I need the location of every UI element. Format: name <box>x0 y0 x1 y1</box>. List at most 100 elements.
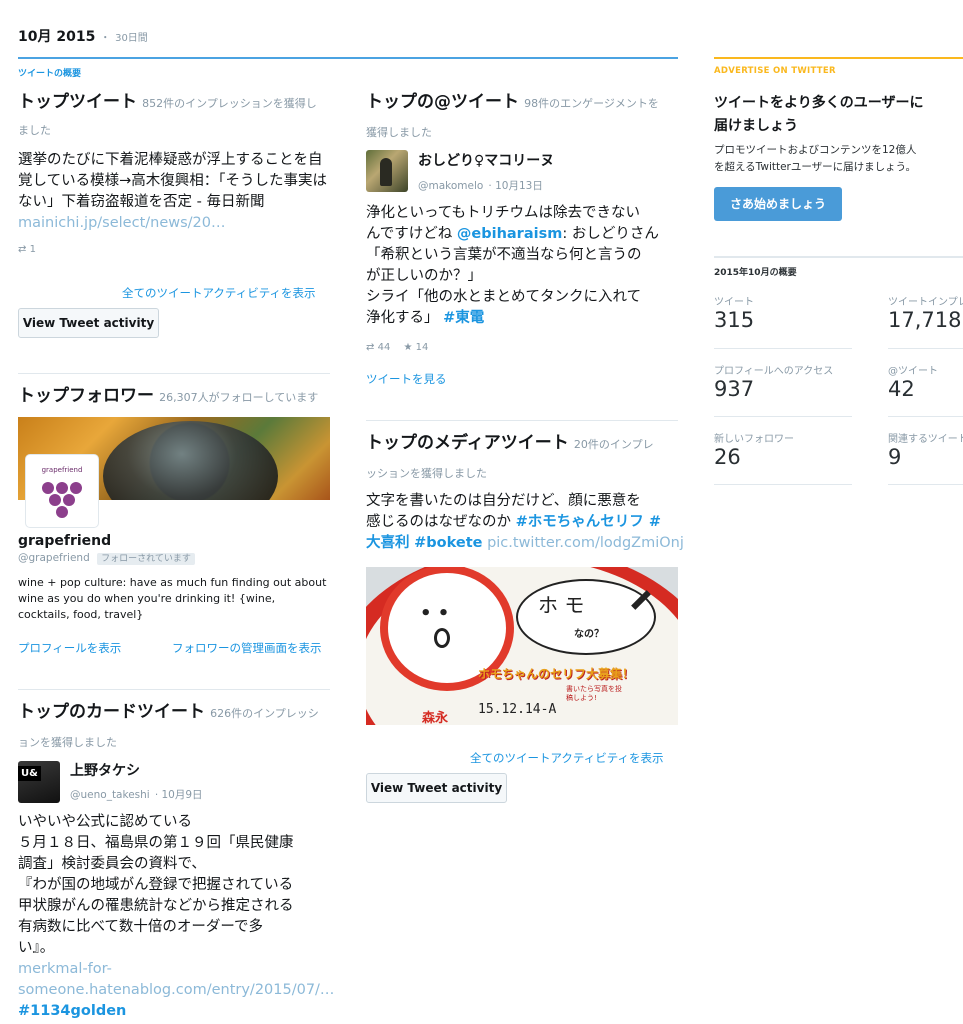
ad-heading: ツイートをより多くのユーザーに 届けましょう <box>714 92 959 138</box>
speech-bubble: ホ モ なの？ <box>516 579 656 655</box>
top-mention-avatar[interactable] <box>366 150 408 192</box>
top-mention-likes: 14 <box>415 342 429 353</box>
divider <box>18 689 330 690</box>
avatar-wordmark: grapefriend <box>41 466 83 474</box>
top-follower-heading: トップフォロワー 26,307人がフォローしています <box>18 386 338 408</box>
top-media-view-activity-button[interactable]: View Tweet activity <box>366 773 507 803</box>
stat-value: 42 <box>888 377 915 401</box>
mention-line-2a: んですけどね <box>366 226 457 242</box>
stat-profile-visits: プロフィールへのアクセス 937 <box>714 362 874 401</box>
top-media-all-activity-link[interactable]: 全てのツイートアクティビティを表示 <box>470 750 664 766</box>
top-mention-text: 浄化といってもトリチウムは除去できない んですけどね @ebiharaism: … <box>366 203 686 329</box>
retweet-icon: ⇄ <box>18 244 27 255</box>
stat-label: ツイート <box>714 297 754 308</box>
stat-related-tweets: 関連するツイート 9 <box>888 430 963 469</box>
view-tweet-link[interactable]: ツイートを見る <box>366 371 447 387</box>
summary-rule <box>714 256 963 258</box>
top-follower-avatar[interactable]: grapefriend <box>26 455 98 527</box>
stat-label: 新しいフォロワー <box>714 434 794 445</box>
period-month: 10月 2015 <box>18 29 96 45</box>
banner-helmet <box>103 421 278 500</box>
top-mention-date: 10月13日 <box>495 180 543 192</box>
top-mention-stats: ⇄ 44 ★ 14 <box>366 342 428 353</box>
top-card-sub2: ョンを獲得しました <box>18 736 117 749</box>
top-tweet-link[interactable]: mainichi.jp/select/news/20… <box>18 215 226 231</box>
top-card-avatar[interactable]: U& <box>18 761 60 803</box>
top-mention-handle-row: @makomelo · 10月13日 <box>418 174 543 193</box>
ad-get-started-button[interactable]: さあ始めましょう <box>714 187 842 221</box>
manage-followers-link[interactable]: フォロワーの管理画面を表示 <box>172 640 322 656</box>
card-hashtag[interactable]: #1134golden <box>18 1001 338 1022</box>
mention-line-4: が正しいのか？」 <box>366 268 482 284</box>
divider <box>18 373 330 374</box>
star-icon: ★ <box>403 342 413 353</box>
top-card-name[interactable]: 上野タケシ <box>70 760 140 780</box>
divider <box>888 484 963 485</box>
top-follower-title: トップフォロワー <box>18 386 154 406</box>
top-mention-sub2: 獲得しました <box>366 126 432 139</box>
card-link-2[interactable]: someone.hatenablog.com/entry/2015/07/… <box>18 980 338 1001</box>
follows-you-badge: フォローされています <box>97 553 195 565</box>
ad-heading-1: ツイートをより多くのユーザーに <box>714 95 924 111</box>
top-follower-handle-row: @grapefriend フォローされています <box>18 551 195 565</box>
mention-handle-link[interactable]: @ebiharaism <box>457 226 562 242</box>
top-tweet-all-activity-link[interactable]: 全てのツイートアクティビティを表示 <box>122 285 316 301</box>
top-mention-handle: @makomelo <box>418 180 484 192</box>
top-mention-name[interactable]: おしどり♀マコリーヌ <box>418 150 554 170</box>
stat-label: ツイートインプレ <box>888 297 963 308</box>
card-line: 有病数に比べて数十倍のオーダーで多 <box>18 919 264 935</box>
grape-icon <box>42 482 82 518</box>
mention-line-1: 浄化といってもトリチウムは除去できない <box>366 205 641 221</box>
top-follower-handle: @grapefriend <box>18 552 90 564</box>
summary-title: 2015年10月の概要 <box>714 268 797 278</box>
media-line-2a: 感じるのはなぜなのか <box>366 514 516 530</box>
divider <box>714 348 852 349</box>
media-hashtag-2[interactable]: 大喜利 <box>366 535 410 551</box>
summary-blue-rule <box>18 57 678 59</box>
ad-heading-2: 届けましょう <box>714 118 798 134</box>
top-card-title: トップのカードツイート <box>18 702 205 722</box>
top-media-heading: トップのメディアツイート 20件のインプレ <box>366 433 686 455</box>
top-tweet-title: トップツイート <box>18 92 137 112</box>
ad-desc-2: を超えるTwitterユーザーに届けましょう。 <box>714 161 917 173</box>
top-follower-name[interactable]: grapefriend <box>18 533 111 549</box>
top-follower-sub: 26,307人がフォローしています <box>159 391 319 404</box>
dot-sep: · <box>154 789 162 801</box>
top-tweet-sub1: 852件のインプレッションを獲得し <box>142 97 317 110</box>
top-card-handle-row: @ueno_takeshi · 10月9日 <box>70 783 203 802</box>
top-tweet-view-activity-button[interactable]: View Tweet activity <box>18 308 159 338</box>
stat-new-followers: 新しいフォロワー 26 <box>714 430 854 469</box>
mention-hashtag[interactable]: #東電 <box>443 310 484 326</box>
mention-line-3: 「希釈という言葉が不適当なら何と言うの <box>366 247 642 263</box>
card-link-1[interactable]: merkmal-for- <box>18 959 338 980</box>
media-hashtag-3[interactable]: #bokete <box>414 535 482 551</box>
top-tweet-sub2: ました <box>18 124 51 137</box>
top-follower-bio: wine + pop culture: have as much fun fin… <box>18 576 327 621</box>
top-card-handle: @ueno_takeshi <box>70 789 150 801</box>
stat-impressions: ツイートインプレ 17,718 <box>888 293 963 332</box>
ad-label: ADVERTISE ON TWITTER <box>714 66 836 76</box>
mention-line-5: シライ「他の水とまとめてタンクに入れて <box>366 289 642 305</box>
media-hashtag-1[interactable]: #ホモちゃんセリフ <box>516 514 644 530</box>
top-mention-title: トップの@ツイート <box>366 92 519 112</box>
card-line: ５月１８日、福島県の第１９回「県民健康 <box>18 835 294 851</box>
top-media-title: トップのメディアツイート <box>366 433 569 453</box>
lot-code: 15.12.14-A <box>478 702 557 717</box>
view-profile-link[interactable]: プロフィールを表示 <box>18 640 121 656</box>
stat-value: 17,718 <box>888 308 962 332</box>
media-pic-link[interactable]: pic.twitter.com/lodgZmiOnj <box>487 535 684 551</box>
top-mention-sub1: 98件のエンゲージメントを <box>524 97 659 110</box>
media-line-2: 感じるのはなぜなのか #ホモちゃんセリフ # <box>366 512 686 533</box>
media-hashtag-hash: # <box>643 514 661 530</box>
top-media-image[interactable]: • • ホ モ なの？ ホモちゃんのセリフ大募集！ 書いたら写真を投稿しよう! … <box>366 567 678 725</box>
divider <box>714 416 852 417</box>
top-tweet-text: 選挙のたびに下着泥棒疑惑が浮上することを自覚している模様→高木復興相：「そうした… <box>18 150 330 234</box>
top-card-date: 10月9日 <box>161 789 203 801</box>
divider <box>888 416 963 417</box>
card-line: 甲状腺がんの罹患統計などから推定される <box>18 898 294 914</box>
small-print: 書いたら写真を投稿しよう! <box>566 685 622 702</box>
ad-desc-1: プロモツイートおよびコンテンツを12億人 <box>714 144 917 156</box>
top-mention-retweets: 44 <box>377 342 391 353</box>
card-line: いやいや公式に認めている <box>18 814 192 830</box>
ad-desc: プロモツイートおよびコンテンツを12億人 を超えるTwitterユーザーに届けま… <box>714 142 963 176</box>
